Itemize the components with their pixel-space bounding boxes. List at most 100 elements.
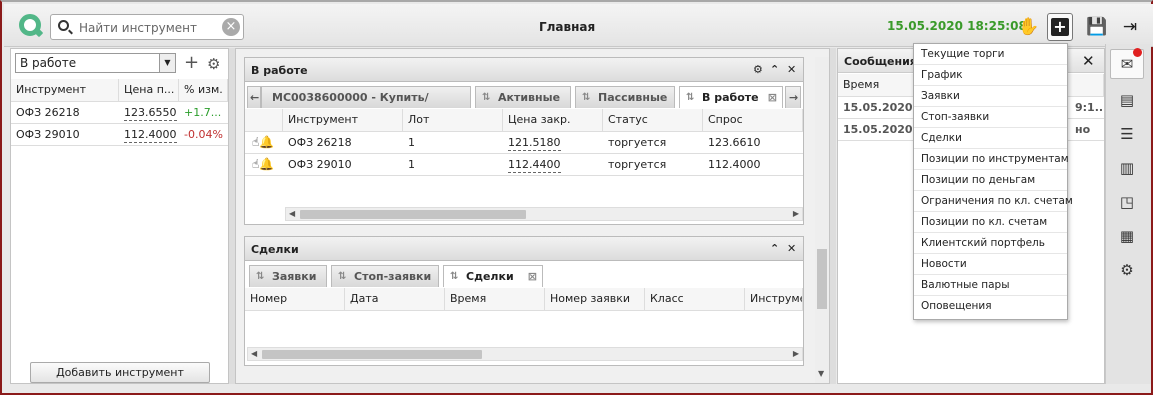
tab-in-work[interactable]: ⇅ В работе ⊠	[679, 86, 783, 108]
work-panel: В работе ⚙ ⌃ ✕ ← МС0038600000 - Купить/П…	[244, 57, 804, 225]
instrument-cell: ОФЗ 26218	[288, 136, 352, 149]
instruments-table: Инструмент Цена п... % изм. ОФЗ 26218 12…	[11, 79, 228, 149]
chevron-down-icon: ▼	[159, 54, 175, 72]
horizontal-scrollbar[interactable]: ◀ ▶	[247, 347, 803, 361]
window-icon[interactable]: ◳	[1116, 192, 1138, 212]
top-bar: Найти инструмент × Главная 15.05.2020 18…	[4, 4, 1153, 47]
tab-buy-sell[interactable]: МС0038600000 - Купить/Продать	[261, 86, 471, 125]
menu-item-currency-pairs[interactable]: Валютные пары	[914, 275, 1067, 296]
message-text[interactable]: 9:1...	[1070, 97, 1104, 118]
message-text[interactable]: но	[1070, 119, 1104, 140]
change-cell: -0.04%	[184, 128, 223, 141]
swap-icon: ⇅	[338, 271, 347, 282]
column-header[interactable]: Дата	[345, 288, 445, 310]
collapse-icon[interactable]: ⌃	[770, 242, 779, 255]
menu-item-client-portfolio[interactable]: Клиентский портфель	[914, 233, 1067, 254]
swap-icon: ⇅	[686, 92, 695, 103]
panel-title: Сделки	[245, 237, 803, 261]
tab-label: Пассивные	[598, 91, 668, 104]
instrument-cell: ОФЗ 29010	[16, 128, 80, 141]
tab-label: Стоп-заявки	[354, 270, 432, 283]
add-window-menu: Текущие торги График Заявки Стоп-заявки …	[913, 43, 1073, 320]
change-cell: +1.7...	[184, 106, 222, 119]
hand-icon[interactable]: ✋	[1016, 13, 1042, 41]
right-splitter[interactable]	[830, 48, 836, 384]
horizontal-scrollbar[interactable]: ◀ ▶	[285, 207, 803, 221]
add-window-button[interactable]: +	[1047, 13, 1073, 41]
close-icon[interactable]: ✕	[787, 242, 796, 255]
clear-search-icon[interactable]: ×	[222, 18, 240, 36]
search-input[interactable]: Найти инструмент ×	[50, 14, 244, 40]
menu-item-orders[interactable]: Заявки	[914, 86, 1067, 107]
demand-cell: 112.4000	[708, 158, 761, 171]
swap-icon: ⇅	[482, 92, 491, 103]
tab-label: В работе	[702, 91, 759, 104]
list-icon[interactable]: ☰	[1116, 124, 1138, 144]
lot-cell: 1	[408, 158, 415, 171]
menu-item-alerts[interactable]: Оповещения	[914, 296, 1067, 317]
app-logo-icon	[19, 14, 41, 36]
add-instrument-button[interactable]: Добавить инструмент	[30, 362, 210, 383]
menu-item-account-limits[interactable]: Ограничения по кл. счетам	[914, 191, 1073, 212]
column-header[interactable]: Статус	[603, 109, 703, 131]
save-icon[interactable]: 💾	[1084, 13, 1110, 41]
tab-active[interactable]: ⇅ Активные	[475, 86, 571, 108]
instruments-panel: В работе ▼ + ⚙ Инструмент Цена п... % изм…	[10, 48, 229, 384]
menu-item-chart[interactable]: График	[914, 65, 1067, 86]
messages-icon[interactable]: ✉	[1110, 48, 1144, 79]
deals-panel: Сделки ⌃ ✕ ⇅ Заявки ⇅ Стоп-заявки ⇅ Сделки ⊠…	[244, 236, 804, 366]
column-header[interactable]: Номер	[245, 288, 345, 310]
close-icon[interactable]: ✕	[1082, 52, 1095, 70]
column-header[interactable]: Время	[445, 288, 545, 310]
gear-icon[interactable]: ⚙	[207, 56, 220, 72]
menu-item-positions-instruments[interactable]: Позиции по инструментам	[914, 149, 1069, 170]
chart-icon[interactable]: ▥	[1116, 158, 1138, 178]
tab-stop-orders[interactable]: ⇅ Стоп-заявки	[331, 265, 439, 287]
menu-item-news[interactable]: Новости	[914, 254, 1067, 275]
tab-passive[interactable]: ⇅ Пассивные	[575, 86, 675, 108]
column-header[interactable]: Инструмент	[11, 79, 119, 101]
tab-scroll-right-icon[interactable]: →	[785, 86, 801, 108]
search-placeholder: Найти инструмент	[79, 21, 198, 35]
notification-dot	[1133, 48, 1142, 57]
settings-icon[interactable]: ⚙	[1116, 260, 1138, 280]
exit-icon[interactable]: ⇥	[1117, 13, 1143, 41]
close-tab-icon[interactable]: ⊠	[768, 87, 777, 108]
deals-table: Номер Дата Время Номер заявки Класс Инст…	[245, 288, 803, 312]
column-header[interactable]: Инструмент	[283, 109, 403, 131]
menu-item-current-trades[interactable]: Текущие торги	[914, 44, 1067, 65]
column-header[interactable]: % изм.	[179, 79, 228, 101]
column-header[interactable]: Цена п...	[119, 79, 179, 101]
filter-select[interactable]: В работе ▼	[15, 53, 176, 73]
tab-scroll-left-icon[interactable]: ←	[247, 86, 261, 108]
menu-item-account-positions[interactable]: Позиции по кл. счетам	[914, 212, 1067, 233]
column-header[interactable]: Спрос	[703, 109, 803, 131]
menu-item-positions-money[interactable]: Позиции по деньгам	[914, 170, 1067, 191]
instrument-cell: ОФЗ 26218	[16, 106, 80, 119]
close-tab-icon[interactable]: ⊠	[528, 266, 537, 287]
column-header[interactable]: Номер заявки	[545, 288, 645, 310]
menu-item-deals[interactable]: Сделки	[914, 128, 1067, 149]
swap-icon: ⇅	[450, 271, 459, 282]
tab-orders[interactable]: ⇅ Заявки	[249, 265, 327, 287]
menu-item-stop-orders[interactable]: Стоп-заявки	[914, 107, 1067, 128]
column-header[interactable]: Лот	[403, 109, 503, 131]
collapse-icon[interactable]: ⌃	[770, 63, 779, 76]
close-price-cell: 121.5180	[508, 136, 561, 151]
close-price-cell: 112.4400	[508, 158, 561, 173]
column-header[interactable]: Цена закр.	[503, 109, 603, 131]
column-header[interactable]: Класс	[645, 288, 745, 310]
tab-deals[interactable]: ⇅ Сделки ⊠	[443, 265, 543, 287]
add-instrument-icon[interactable]: +	[184, 54, 199, 72]
column-header[interactable]: Инструмен	[745, 288, 803, 310]
close-icon[interactable]: ✕	[787, 63, 796, 76]
price-cell: 123.6550	[124, 106, 177, 121]
orderbook-icon[interactable]: ▤	[1116, 90, 1138, 110]
page-title: Главная	[539, 20, 596, 34]
vertical-scrollbar[interactable]: ▼	[815, 57, 829, 383]
gear-icon[interactable]: ⚙	[753, 63, 763, 76]
plus-icon: +	[1051, 18, 1069, 36]
trade-bell-icon[interactable]: ☝🔔	[247, 132, 281, 153]
layout-icon[interactable]: ▦	[1116, 226, 1138, 246]
trade-bell-icon[interactable]: ☝🔔	[247, 154, 281, 175]
